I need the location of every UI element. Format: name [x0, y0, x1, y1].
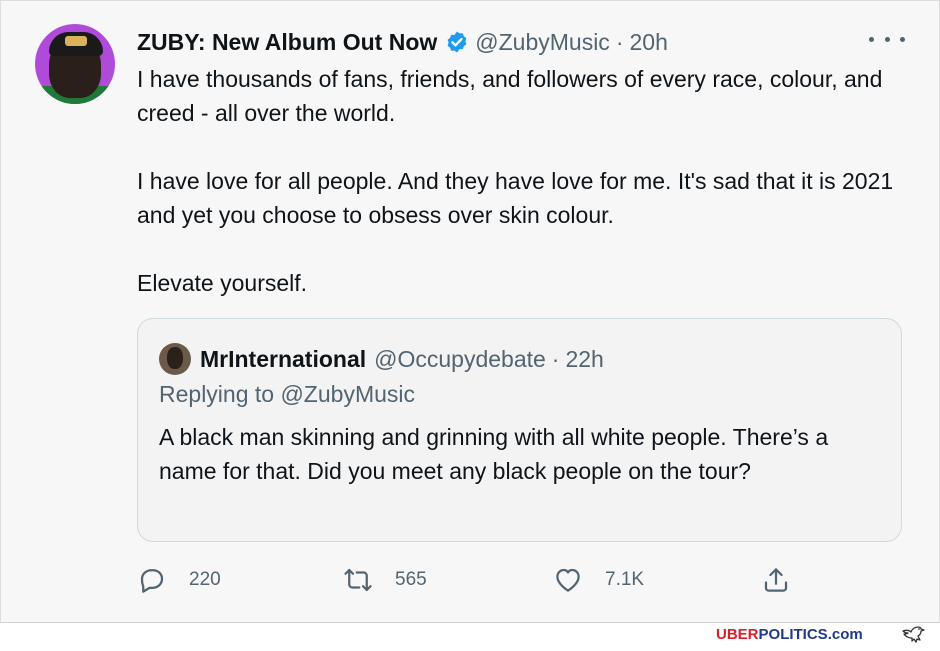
like-count: 7.1K	[605, 569, 645, 590]
tweet-timestamp[interactable]: 20h	[629, 29, 667, 56]
watermark-part-uber: UBER	[716, 625, 759, 643]
like-icon	[556, 568, 580, 592]
quote-replying-to: Replying to @ZubyMusic	[159, 381, 415, 407]
share-icon	[764, 568, 788, 592]
quote-text: A black man skinning and grinning with a…	[159, 424, 829, 484]
quote-separator-dot: ·	[551, 345, 560, 372]
quote-timestamp[interactable]: 22h	[565, 346, 603, 373]
retweet-button[interactable]: 565	[343, 563, 427, 597]
like-button[interactable]: 7.1K	[553, 563, 644, 597]
watermark-text: UBER POLITICS .com	[716, 624, 863, 644]
tweet-text: I have thousands of fans, friends, and f…	[137, 62, 907, 300]
author-handle[interactable]: @ZubyMusic	[475, 29, 610, 56]
watermark-part-politics: POLITICS	[758, 625, 828, 643]
author-name[interactable]: ZUBY: New Album Out Now	[137, 29, 437, 56]
reply-count: 220	[189, 569, 221, 590]
tweet-actions: 220 565 7.1K	[137, 563, 907, 597]
quote-author-avatar[interactable]	[159, 343, 191, 375]
retweet-icon	[344, 568, 372, 592]
author-avatar[interactable]	[35, 24, 115, 104]
quote-author-handle[interactable]: @Occupydebate	[374, 346, 546, 373]
tweet-paragraph: Elevate yourself.	[137, 270, 308, 296]
quote-header: MrInternational @Occupydebate · 22h	[200, 343, 604, 375]
reply-button[interactable]: 220	[137, 563, 221, 597]
more-icon[interactable]	[869, 27, 905, 51]
eagle-logo-icon	[900, 622, 928, 646]
tweet-card: ZUBY: New Album Out Now @ZubyMusic · 20h…	[0, 0, 940, 623]
tweet-paragraph: I have thousands of fans, friends, and f…	[137, 66, 883, 126]
quoted-tweet[interactable]: MrInternational @Occupydebate · 22h Repl…	[137, 318, 902, 542]
tweet-header: ZUBY: New Album Out Now @ZubyMusic · 20h	[137, 27, 668, 57]
watermark-part-com: .com	[827, 625, 863, 643]
share-button[interactable]	[761, 563, 813, 597]
verified-badge-icon	[445, 30, 469, 54]
tweet-paragraph: I have love for all people. And they hav…	[137, 168, 894, 228]
separator-dot: ·	[615, 28, 624, 55]
retweet-count: 565	[395, 569, 427, 590]
reply-icon	[140, 569, 164, 593]
quote-author-name[interactable]: MrInternational	[200, 346, 366, 373]
